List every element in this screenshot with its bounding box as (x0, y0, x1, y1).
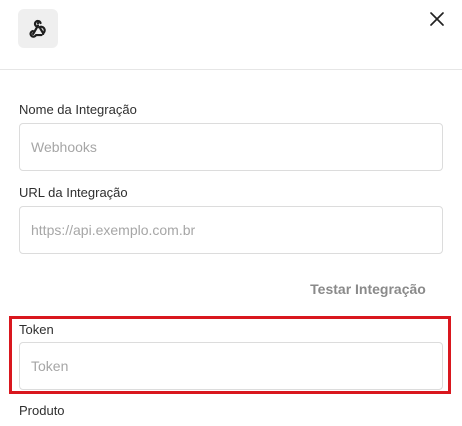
integration-app-icon (18, 9, 58, 48)
token-input[interactable] (19, 342, 443, 390)
integration-panel: Nome da Integração URL da Integração Tes… (0, 0, 462, 426)
integration-name-input[interactable] (19, 123, 443, 171)
integration-url-label: URL da Integração (19, 185, 128, 200)
close-icon (430, 12, 444, 26)
token-label: Token (19, 322, 54, 337)
panel-header (0, 0, 462, 70)
test-integration-button[interactable]: Testar Integração (296, 276, 440, 302)
integration-name-label: Nome da Integração (19, 102, 137, 117)
integration-url-input[interactable] (19, 206, 443, 254)
close-button[interactable] (429, 11, 445, 27)
webhook-icon (29, 19, 46, 38)
product-label: Produto (19, 403, 65, 418)
